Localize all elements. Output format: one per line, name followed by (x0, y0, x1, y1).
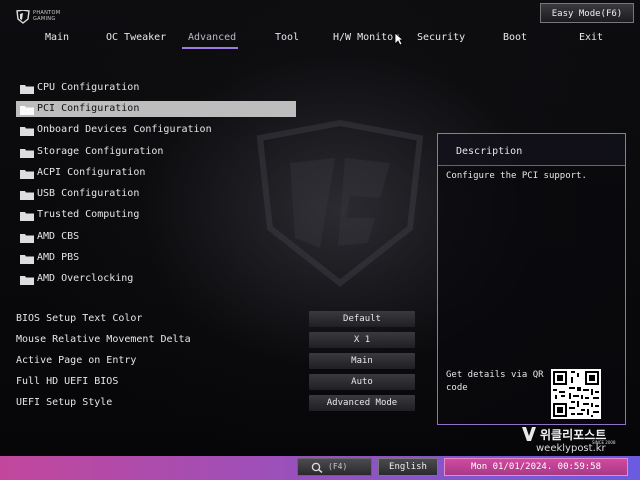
tab-tool[interactable]: Tool (275, 32, 299, 46)
tab-exit[interactable]: Exit (579, 32, 603, 46)
qr-caption: Get details via QR code (446, 370, 544, 393)
folder-icon (20, 255, 34, 264)
qr-code-icon (551, 369, 601, 419)
tab-oc-tweaker[interactable]: OC Tweaker (106, 32, 166, 46)
menu-item-pci-configuration[interactable]: PCI Configuration (16, 101, 296, 117)
brand-logo: PHANTOM GAMING (16, 8, 76, 26)
description-header: Description (438, 134, 625, 166)
mouse-cursor-icon (394, 32, 404, 46)
description-text: Configure the PCI support. (446, 171, 587, 181)
setting-label-setup-style: UEFI Setup Style (16, 397, 113, 408)
setting-value-mouse-delta[interactable]: X 1 (309, 332, 415, 348)
menu-item-cpu-configuration[interactable]: CPU Configuration (16, 80, 296, 96)
menu-item-label: CPU Configuration (37, 82, 140, 93)
setting-label-full-hd: Full HD UEFI BIOS (16, 376, 119, 387)
tab-advanced[interactable]: Advanced (188, 32, 236, 46)
brand-text: PHANTOM GAMING (33, 10, 60, 22)
menu-item-label: USB Configuration (37, 188, 140, 199)
menu-item-usb-configuration[interactable]: USB Configuration (16, 186, 296, 202)
menu-item-label: Onboard Devices Configuration (37, 124, 212, 135)
site-watermark: 위클리포스트 SINCE 2008 weeklypost.kr (522, 426, 632, 456)
setting-label-active-page: Active Page on Entry (16, 355, 137, 366)
menu-item-amd-overclocking[interactable]: AMD Overclocking (16, 271, 296, 287)
description-panel: Description Configure the PCI support. G… (437, 133, 626, 425)
menu-item-label: AMD CBS (37, 231, 80, 242)
folder-icon (20, 149, 34, 158)
setting-value-active-page[interactable]: Main (309, 353, 415, 369)
menu-item-label: AMD PBS (37, 252, 80, 263)
folder-icon (20, 170, 34, 179)
folder-icon (20, 191, 34, 200)
description-title: Description (456, 146, 523, 157)
folder-icon (20, 234, 34, 243)
folder-icon (20, 276, 34, 285)
menu-item-amd-cbs[interactable]: AMD CBS (16, 229, 296, 245)
site-url: weeklypost.kr (536, 443, 606, 454)
menu-item-label: Trusted Computing (37, 209, 140, 220)
menu-item-storage-configuration[interactable]: Storage Configuration (16, 144, 296, 160)
menu-item-amd-pbs[interactable]: AMD PBS (16, 250, 296, 266)
language-button[interactable]: English (378, 458, 438, 476)
tab-boot[interactable]: Boot (503, 32, 527, 46)
folder-icon (20, 106, 34, 115)
menu-item-label: AMD Overclocking (37, 273, 134, 284)
menu-item-label: ACPI Configuration (37, 167, 146, 178)
brand-line2: GAMING (33, 16, 56, 22)
menu-item-label: Storage Configuration (37, 146, 164, 157)
menu-item-acpi-configuration[interactable]: ACPI Configuration (16, 165, 296, 181)
setting-value-full-hd[interactable]: Auto (309, 374, 415, 390)
phantom-gaming-icon (16, 10, 30, 24)
folder-icon (20, 85, 34, 94)
easy-mode-button[interactable]: Easy Mode(F6) (540, 3, 634, 23)
datetime-display: Mon 01/01/2024. 00:59:58 (444, 458, 628, 476)
menu-item-trusted-computing[interactable]: Trusted Computing (16, 207, 296, 223)
search-icon (311, 462, 323, 473)
setting-value-setup-style[interactable]: Advanced Mode (309, 395, 415, 411)
menu-item-label: PCI Configuration (37, 103, 140, 114)
setting-value-text-color[interactable]: Default (309, 311, 415, 327)
site-logo-icon (522, 427, 536, 441)
search-shortcut: (F4) (328, 462, 348, 471)
tab-security[interactable]: Security (417, 32, 465, 46)
folder-icon (20, 212, 34, 221)
folder-icon (20, 127, 34, 136)
search-button[interactable]: (F4) (297, 458, 372, 476)
tab-hw-monitor[interactable]: H/W Monitor (333, 32, 399, 46)
setting-label-mouse-delta: Mouse Relative Movement Delta (16, 334, 191, 345)
setting-label-text-color: BIOS Setup Text Color (16, 313, 143, 324)
menu-item-onboard-devices-configuration[interactable]: Onboard Devices Configuration (16, 122, 296, 138)
active-tab-indicator (182, 47, 238, 49)
tab-main[interactable]: Main (45, 32, 69, 46)
